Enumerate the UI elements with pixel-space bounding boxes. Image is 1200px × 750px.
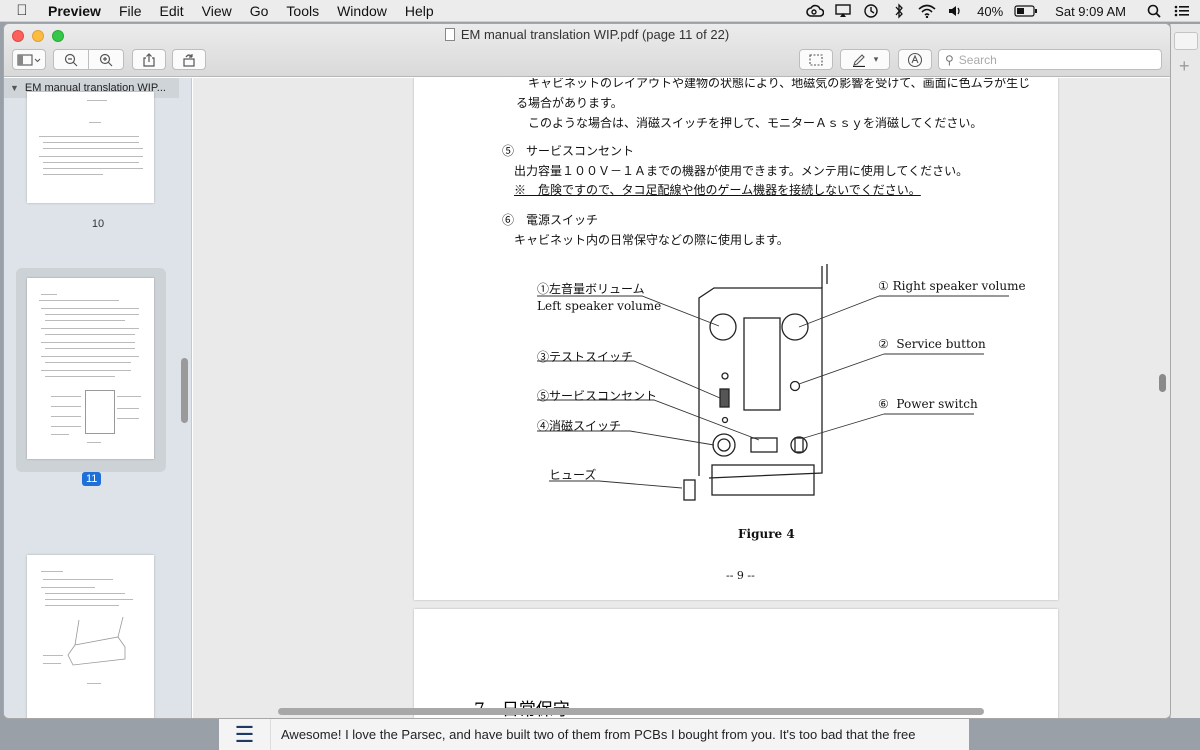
menu-bar:  Preview File Edit View Go Tools Window…	[0, 0, 1200, 22]
time-machine-icon[interactable]	[857, 0, 885, 22]
disclosure-triangle-icon[interactable]: ▼	[10, 83, 19, 93]
figure-label-service-button: ② Service button	[878, 337, 986, 351]
document-vertical-scrollbar[interactable]	[1159, 374, 1166, 392]
pdf-page-11: キャビネットのレイアウトや建物の状態により、地磁気の影響を受けて、画面に色ムラが…	[414, 78, 1058, 600]
sidebar-toggle-button[interactable]	[12, 49, 46, 70]
window-title: EM manual translation WIP.pdf (page 11 o…	[460, 27, 730, 42]
window-title-area: EM manual translation WIP.pdf (page 11 o…	[4, 27, 1170, 42]
spotlight-icon[interactable]	[1140, 0, 1168, 22]
creative-cloud-icon[interactable]	[801, 0, 829, 22]
doc-heading: ⑥ 電源スイッチ	[502, 213, 599, 227]
sidebar-scrollbar[interactable]	[181, 358, 188, 423]
menu-file[interactable]: File	[110, 3, 151, 19]
plus-icon: +	[1179, 56, 1190, 76]
doc-line: キャビネット内の日常保守などの際に使用します。	[514, 233, 789, 247]
preview-window: EM manual translation WIP.pdf (page 11 o…	[4, 24, 1170, 718]
background-window-control	[1174, 32, 1198, 50]
search-placeholder: Search	[958, 52, 997, 67]
markup-pen-button[interactable]: ▾	[840, 49, 890, 70]
title-bar: EM manual translation WIP.pdf (page 11 o…	[4, 24, 1170, 77]
background-browser-window: ☰ Awesome! I love the Parsec, and have b…	[219, 718, 969, 750]
doc-warning-line: ※ 危険ですので、タコ足配線や他のゲーム機器を接続しないでください。	[514, 183, 921, 197]
pdf-document-icon	[444, 28, 455, 41]
figure-label-fuse: ヒューズ	[549, 468, 597, 482]
page-thumbnail-11[interactable]	[27, 278, 154, 459]
volume-icon[interactable]	[941, 0, 969, 22]
background-message-text: Awesome! I love the Parsec, and have bui…	[281, 727, 916, 742]
doc-heading: ⑤ サービスコンセント	[502, 144, 635, 158]
doc-line: キャビネットのレイアウトや建物の状態により、地磁気の影響を受けて、画面に色ムラが…	[528, 78, 1031, 90]
figure-label-power-switch: ⑥ Power switch	[878, 397, 978, 411]
menu-edit[interactable]: Edit	[151, 3, 193, 19]
share-button[interactable]	[132, 49, 166, 70]
menu-help[interactable]: Help	[396, 3, 443, 19]
menu-view[interactable]: View	[193, 3, 241, 19]
battery-icon[interactable]	[1011, 0, 1041, 22]
figure-caption: Figure 4	[738, 527, 795, 541]
zoom-in-button[interactable]	[88, 49, 124, 70]
apple-menu-icon[interactable]: 	[0, 2, 44, 19]
page-thumbnail-10[interactable]	[27, 92, 154, 203]
wifi-icon[interactable]	[913, 0, 941, 22]
menu-window[interactable]: Window	[328, 3, 396, 19]
search-icon: ⚲	[945, 52, 954, 67]
markup-icon	[907, 52, 923, 67]
rect-selection-icon	[809, 53, 823, 66]
figure-label-service-outlet: ⑤サービスコンセント	[537, 389, 658, 403]
background-window-right: +	[1170, 24, 1200, 718]
doc-line: このような場合は、消磁スイッチを押して、モニターＡｓｓｙを消磁してください。	[528, 116, 983, 130]
bluetooth-icon[interactable]	[885, 0, 913, 22]
zoom-in-icon	[99, 53, 113, 66]
sidebar-icon	[17, 53, 41, 66]
figure-label-left-volume-en: Left speaker volume	[537, 299, 662, 313]
menu-clock[interactable]: Sat 9:09 AM	[1041, 4, 1140, 19]
menu-go[interactable]: Go	[241, 3, 278, 19]
notification-center-icon[interactable]	[1168, 0, 1196, 22]
menu-tools[interactable]: Tools	[277, 3, 328, 19]
thumbnail-sidebar: ▼ EM manual translation WIP... 10 11	[4, 78, 192, 718]
hamburger-menu-icon[interactable]: ☰	[219, 718, 271, 750]
markup-toolbar-button[interactable]	[898, 49, 932, 70]
menu-app-name[interactable]: Preview	[44, 3, 110, 19]
page-footer-number: -- 9 --	[726, 569, 755, 582]
figure-label-test-switch: ③テストスイッチ	[537, 350, 634, 364]
figure-label-left-volume-jp: ①左音量ボリューム	[537, 282, 645, 296]
zoom-out-icon	[64, 53, 78, 66]
document-view[interactable]: キャビネットのレイアウトや建物の状態により、地磁気の影響を受けて、画面に色ムラが…	[193, 78, 1170, 718]
figure-label-right-volume: ① Right speaker volume	[878, 279, 1026, 293]
pdf-page-12: 7 日常保守	[414, 609, 1058, 718]
battery-percent[interactable]: 40%	[969, 4, 1011, 19]
share-icon	[143, 52, 155, 67]
search-field[interactable]: ⚲ Search	[938, 49, 1162, 70]
thumbnail-page-number-selected: 11	[82, 472, 102, 486]
doc-line: る場合があります。	[516, 96, 623, 110]
doc-line: 出力容量１００Ｖ－１Ａまでの機器が使用できます。メンテ用に使用してください。	[514, 164, 969, 178]
airplay-icon[interactable]	[829, 0, 857, 22]
pen-icon	[852, 53, 865, 67]
thumbnail-page-number: 10	[91, 218, 105, 230]
rotate-icon	[183, 53, 195, 67]
rotate-button[interactable]	[172, 49, 206, 70]
page-thumbnail-12[interactable]	[27, 555, 154, 718]
chevron-down-icon: ▾	[873, 54, 879, 64]
zoom-out-button[interactable]	[53, 49, 89, 70]
selection-tool-button[interactable]	[799, 49, 833, 70]
document-horizontal-scrollbar[interactable]	[278, 708, 984, 715]
figure-label-degauss-switch: ④消磁スイッチ	[537, 419, 622, 433]
